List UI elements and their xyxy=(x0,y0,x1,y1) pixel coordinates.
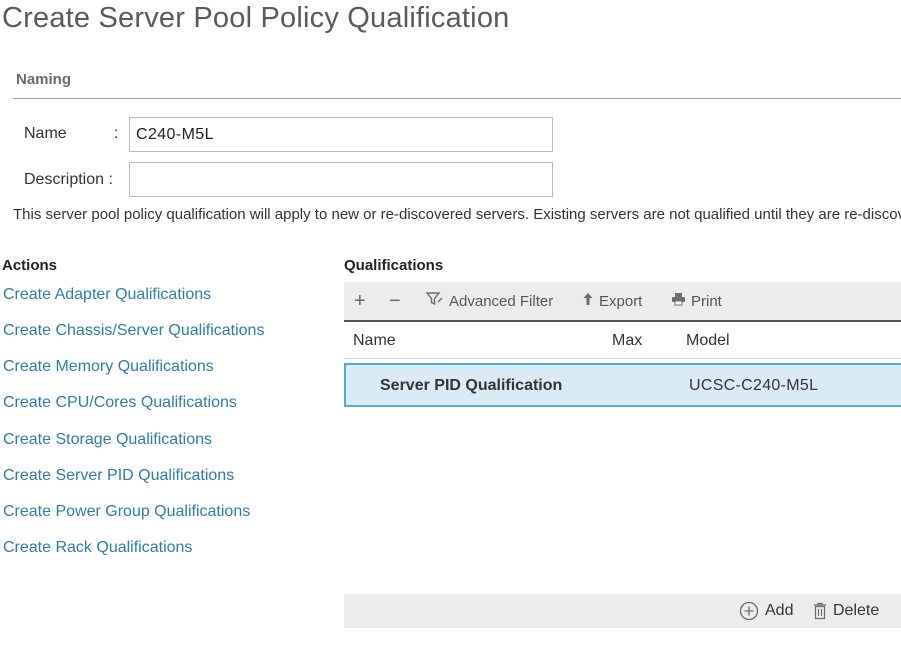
print-label: Print xyxy=(691,292,722,310)
add-label: Add xyxy=(765,602,794,619)
create-adapter-qualifications-link[interactable]: Create Adapter Qualifications xyxy=(3,286,211,304)
create-storage-qualifications-link[interactable]: Create Storage Qualifications xyxy=(3,431,212,449)
column-header-name[interactable]: Name xyxy=(353,332,396,350)
print-icon xyxy=(671,292,686,310)
trash-icon xyxy=(813,602,827,620)
export-label: Export xyxy=(599,292,643,310)
qualifications-heading: Qualifications xyxy=(344,257,444,274)
advanced-filter-label: Advanced Filter xyxy=(449,292,554,310)
description-label: Description : xyxy=(24,171,113,188)
description-input[interactable] xyxy=(129,162,553,197)
create-server-pid-qualifications-link[interactable]: Create Server PID Qualifications xyxy=(3,467,234,485)
qualifications-footer: Add Delete xyxy=(344,594,901,628)
create-rack-qualifications-link[interactable]: Create Rack Qualifications xyxy=(3,539,192,557)
export-icon xyxy=(582,292,594,310)
plus-icon: + xyxy=(354,289,366,312)
add-button[interactable]: Add xyxy=(739,594,793,628)
create-chassis-server-qualifications-link[interactable]: Create Chassis/Server Qualifications xyxy=(3,322,264,340)
add-circle-icon xyxy=(739,601,759,621)
name-label: Name xyxy=(24,125,67,142)
create-memory-qualifications-link[interactable]: Create Memory Qualifications xyxy=(3,358,214,376)
row-model-cell: UCSC-C240-M5L xyxy=(689,377,819,394)
table-row[interactable]: Server PID Qualification UCSC-C240-M5L xyxy=(344,363,901,407)
advanced-filter-button[interactable]: Advanced Filter xyxy=(425,282,554,320)
naming-divider xyxy=(13,98,901,99)
add-row-button[interactable]: + xyxy=(354,282,366,320)
naming-section-label: Naming xyxy=(16,71,72,88)
delete-label: Delete xyxy=(833,602,880,619)
column-header-max[interactable]: Max xyxy=(612,332,642,350)
page-title: Create Server Pool Policy Qualification xyxy=(2,2,510,34)
filter-icon xyxy=(425,292,444,310)
remove-row-button[interactable]: − xyxy=(389,282,401,320)
create-cpu-cores-qualifications-link[interactable]: Create CPU/Cores Qualifications xyxy=(3,394,237,412)
column-header-model[interactable]: Model xyxy=(686,332,730,350)
row-name-cell: Server PID Qualification xyxy=(380,377,563,394)
create-power-group-qualifications-link[interactable]: Create Power Group Qualifications xyxy=(3,503,250,521)
name-input[interactable] xyxy=(129,117,553,152)
table-header-divider xyxy=(344,358,901,359)
minus-icon: − xyxy=(389,289,401,312)
create-server-pool-policy-qualification-dialog: Create Server Pool Policy Qualification … xyxy=(0,0,901,659)
name-colon: : xyxy=(114,125,119,142)
delete-button[interactable]: Delete xyxy=(813,594,879,628)
actions-heading: Actions xyxy=(2,257,58,274)
qualification-info-text: This server pool policy qualification wi… xyxy=(13,206,901,223)
qualifications-toolbar: + − Advanced Filter Export Print xyxy=(344,282,901,322)
print-button[interactable]: Print xyxy=(671,282,722,320)
export-button[interactable]: Export xyxy=(582,282,642,320)
